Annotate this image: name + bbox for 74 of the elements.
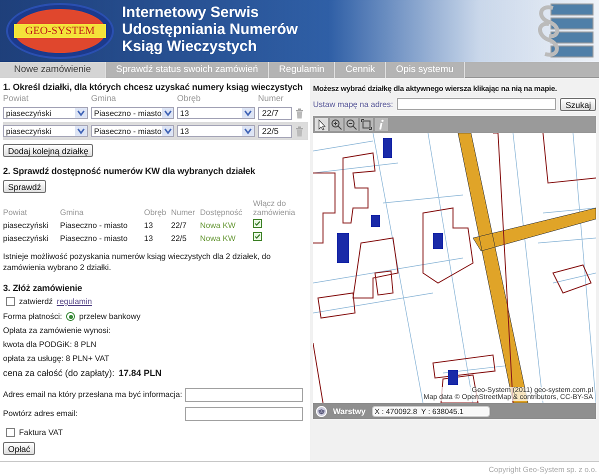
regulations-link[interactable]: regulamin [56, 297, 92, 306]
checkbox-label: Faktura VAT [19, 428, 63, 437]
obreb-dropdown[interactable]: 13 [177, 107, 255, 119]
table-cell-text: piaseczyński [3, 221, 50, 230]
column-header: Włącz do zamówienia [253, 199, 296, 217]
column-header: Gmina [60, 208, 85, 217]
availability-status: Nowa KW [200, 234, 237, 243]
accept-checkbox[interactable] [6, 297, 15, 306]
section-heading: 2. Sprawdź dostępność numerów KW dla wybranych działek [3, 166, 256, 176]
column-label: Powiat [3, 93, 30, 104]
email-input-field[interactable] [185, 406, 303, 420]
column-label: Obręb [177, 93, 202, 104]
site-title-line: Ksiąg Wieczystych [122, 38, 258, 55]
site-title-line: Internetowy Serwis [122, 4, 260, 21]
table-cell-text: 13 [144, 221, 154, 230]
search-button[interactable]: Szukaj [560, 98, 596, 110]
cadastral-map-drawing[interactable] [313, 133, 596, 403]
radio-label: przelew bankowy [79, 312, 141, 321]
zoom-out-tool-button[interactable] [345, 118, 358, 131]
fee-text: opłata za usługę: 8 PLN+ VAT [3, 353, 110, 365]
include-checkbox[interactable] [253, 232, 262, 241]
pay-button[interactable]: Opłać [3, 442, 36, 455]
layers-icon[interactable] [316, 406, 327, 416]
field-label: Powtórz adres email: [3, 409, 78, 418]
obreb-dropdown[interactable]: 13 [177, 125, 255, 137]
number-input-field[interactable]: 22/5 [258, 124, 292, 138]
site-title-line: Udostępniania Numerów [122, 21, 298, 38]
column-label: Gmina [91, 93, 118, 104]
payment-label: Forma płatności: [3, 312, 62, 321]
column-header: Dostępność [200, 208, 244, 217]
email-input-field[interactable] [185, 388, 303, 402]
powiat-dropdown[interactable]: piaseczyński [3, 107, 88, 119]
info-message: Istnieje możliwość pozyskania numerów ksiąg wieczystych dla 2 działek, do zamówienia wybrano 2 działki. [3, 251, 272, 273]
column-label: Numer [258, 93, 285, 104]
column-header: Powiat [3, 208, 28, 217]
checkbox-label: zatwierdź [19, 297, 53, 306]
total-price: cena za całość (do zapłaty): 17.84 PLN [3, 366, 163, 379]
include-checkbox[interactable] [253, 219, 262, 228]
payment-radio[interactable] [66, 312, 76, 321]
availability-status: Nowa KW [200, 221, 237, 230]
caret-icon[interactable] [75, 126, 87, 136]
caret-icon[interactable] [162, 108, 173, 118]
caret-icon[interactable] [162, 126, 173, 136]
table-cell-text: 13 [144, 234, 154, 243]
table-cell-text: Piaseczno - miasto [60, 234, 129, 243]
caret-icon[interactable] [242, 126, 254, 136]
fee-text: Opłata za zamówienie wynosi: [3, 325, 112, 337]
invoice-checkbox[interactable] [6, 428, 15, 437]
field-label: Adres email na który przesłana ma być informacja: [3, 390, 182, 399]
address-label: Ustaw mapę na adres: [313, 100, 394, 108]
table-cell-text: Piaseczno - miasto [60, 221, 129, 230]
column-header: Numer [171, 208, 196, 217]
table-cell-text: 22/5 [171, 234, 188, 243]
zoom-in-tool-button[interactable] [330, 118, 343, 131]
pointer-tool-button[interactable] [315, 118, 328, 131]
add-parcel-button[interactable]: Dodaj kolejną działkę [3, 144, 94, 157]
caret-icon[interactable] [75, 108, 87, 118]
nav-tab[interactable]: Nowe zamówienie [0, 62, 106, 78]
number-input-field[interactable]: 22/7 [258, 106, 292, 120]
address-input-field[interactable] [397, 98, 556, 110]
caret-icon[interactable] [242, 108, 254, 118]
fee-text: kwota dla PODGiK: 8 PLN [3, 339, 98, 351]
full-extent-tool-button[interactable] [360, 118, 373, 131]
powiat-dropdown[interactable]: piaseczyński [3, 125, 88, 137]
gmina-dropdown[interactable]: Piaseczno - miasto [91, 107, 174, 119]
check-button[interactable]: Sprawdź [3, 180, 46, 193]
trash-icon[interactable] [295, 108, 304, 118]
table-cell-text: 22/7 [171, 221, 188, 230]
section-heading: 3. Złóż zamówienie [3, 283, 84, 293]
logo-drawing: GEO-SYSTEM [6, 3, 114, 59]
gmina-dropdown[interactable]: Piaseczno - miasto [91, 125, 174, 137]
section-heading: 1. Określ działki, dla których chcesz uzyskać numery ksiąg wieczystych [3, 82, 304, 92]
table-cell-text: piaseczyński [3, 234, 50, 243]
column-header: Obręb [144, 208, 168, 217]
